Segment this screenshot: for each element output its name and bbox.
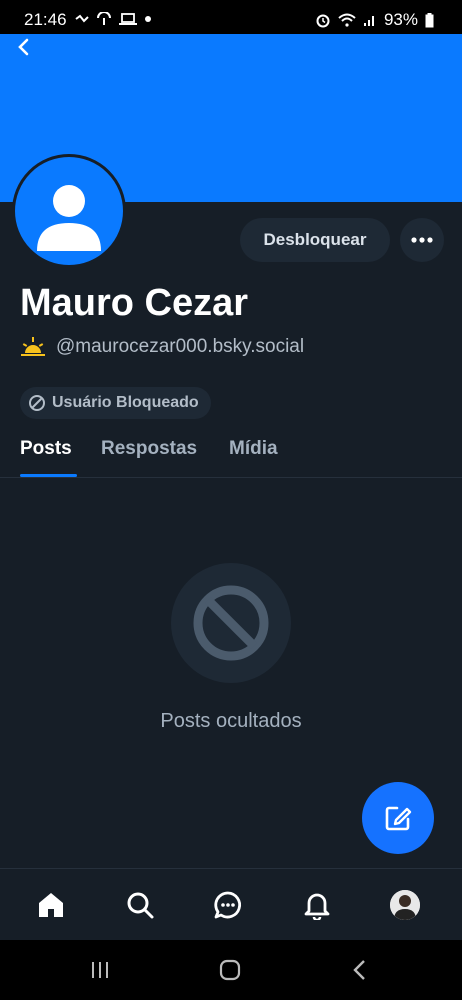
hidden-posts-icon-circle: [171, 563, 291, 683]
sync-icon: [97, 12, 111, 25]
compose-button[interactable]: [362, 782, 434, 854]
notification-icon: [75, 14, 89, 23]
profile-tabs: Posts Respostas Mídia: [0, 430, 462, 478]
blocked-badge: Usuário Bloqueado: [20, 387, 211, 419]
display-name: Mauro Cezar: [20, 282, 249, 324]
bell-icon: [304, 893, 330, 920]
unblock-button[interactable]: Desbloquear: [240, 218, 390, 262]
back-button[interactable]: [12, 36, 36, 60]
handle: @maurocezar000.bsky.social: [56, 336, 305, 357]
handle-row: @maurocezar000.bsky.social: [20, 336, 304, 358]
status-right: 93%: [315, 10, 434, 30]
chat-icon: [214, 891, 241, 919]
nav-profile[interactable]: [385, 885, 425, 925]
home-icon: [39, 893, 63, 917]
status-bar: 21:46 93%: [0, 0, 462, 36]
active-tab-indicator: [20, 474, 77, 477]
system-nav-bar: [0, 940, 462, 1000]
block-icon: [29, 395, 45, 411]
battery-percent: 93%: [383, 10, 418, 29]
search-icon: [127, 892, 154, 919]
status-left-icons: [75, 12, 152, 26]
sunrise-emoji-icon: [21, 337, 45, 356]
compose-icon: [385, 806, 412, 831]
nav-notifications[interactable]: [297, 885, 337, 925]
recents-icon: [92, 962, 108, 978]
back-system-button[interactable]: [348, 958, 372, 982]
nav-search[interactable]: [120, 885, 160, 925]
bottom-nav: [0, 868, 462, 940]
block-icon: [193, 585, 269, 661]
recents-button[interactable]: [88, 958, 112, 982]
back-chevron-icon: [353, 960, 365, 980]
status-time: 21:46: [24, 10, 67, 29]
alarm-icon: [316, 14, 330, 28]
laptop-icon: [119, 12, 137, 25]
hidden-posts-label: Posts ocultados: [160, 710, 302, 732]
avatar: [390, 890, 420, 920]
more-options-button[interactable]: [400, 218, 444, 262]
signal-icon: [363, 16, 374, 26]
tab-posts[interactable]: Posts: [20, 438, 72, 460]
more-icon: [411, 237, 433, 243]
battery-icon: [425, 12, 434, 27]
dot-icon: [145, 16, 151, 22]
profile-avatar[interactable]: [12, 154, 126, 268]
wifi-icon: [338, 13, 356, 27]
blocked-label: Usuário Bloqueado: [52, 394, 199, 411]
tab-respostas[interactable]: Respostas: [101, 438, 197, 460]
nav-chat[interactable]: [208, 885, 248, 925]
home-square-icon: [219, 959, 241, 981]
home-system-button[interactable]: [218, 958, 242, 982]
tab-midia[interactable]: Mídia: [229, 438, 278, 460]
nav-home[interactable]: [31, 885, 71, 925]
